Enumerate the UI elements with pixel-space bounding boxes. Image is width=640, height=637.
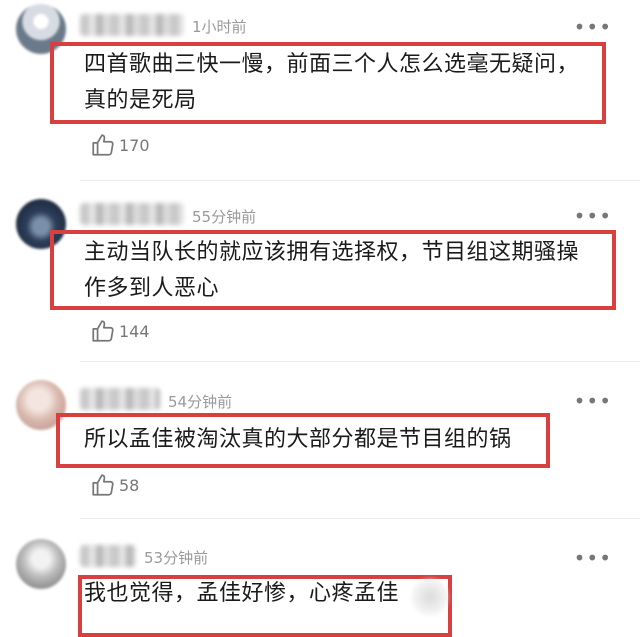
more-dots-icon[interactable]: ••• xyxy=(574,206,612,226)
thumbs-up-icon xyxy=(92,134,114,156)
username-blurred[interactable] xyxy=(80,14,184,36)
like-button[interactable]: 144 xyxy=(90,318,150,344)
comment-item: 54分钟前 ••• 所以孟佳被淘汰真的大部分都是节目组的锅 58 xyxy=(0,362,640,512)
like-button[interactable]: 170 xyxy=(90,132,150,158)
thumbs-up-icon xyxy=(92,320,114,342)
like-button[interactable]: 58 xyxy=(90,472,139,498)
comment-text: 主动当队长的就应该拥有选择权，节目组这期骚操 作多到人恶心 xyxy=(84,235,579,307)
comment-text-line: 我也觉得，孟佳好惨，心疼孟佳 xyxy=(84,581,400,606)
like-count: 170 xyxy=(119,135,150,155)
comment-text-line: 所以孟佳被淘汰真的大部分都是节目组的锅 xyxy=(84,427,512,452)
more-dots-icon[interactable]: ••• xyxy=(574,17,612,37)
comment-time: 55分钟前 xyxy=(192,208,257,226)
comment-text-line: 四首歌曲三快一慢，前面三个人怎么选毫无疑问， xyxy=(84,52,580,77)
username-blurred[interactable] xyxy=(80,388,160,410)
comment-text: 四首歌曲三快一慢，前面三个人怎么选毫无疑问， 真的是死局 xyxy=(84,47,579,119)
comment-text-line: 主动当队长的就应该拥有选择权，节目组这期骚操 xyxy=(84,240,580,265)
comment-item: 1小时前 ••• 四首歌曲三快一慢，前面三个人怎么选毫无疑问， 真的是死局 17… xyxy=(0,0,640,180)
comment-item: 55分钟前 ••• 主动当队长的就应该拥有选择权，节目组这期骚操 作多到人恶心 … xyxy=(0,181,640,361)
avatar[interactable] xyxy=(16,539,66,589)
comment-text: 所以孟佳被淘汰真的大部分都是节目组的锅 xyxy=(84,422,512,458)
more-dots-icon[interactable]: ••• xyxy=(574,548,612,568)
comment-text-line: 真的是死局 xyxy=(84,88,197,113)
like-count: 144 xyxy=(119,321,150,341)
comment-time: 1小时前 xyxy=(192,18,247,36)
watermark-logo xyxy=(410,577,450,617)
username-blurred[interactable] xyxy=(80,203,184,225)
comment-text: 我也觉得，孟佳好惨，心疼孟佳 xyxy=(84,576,399,612)
comment-item: 53分钟前 ••• 我也觉得，孟佳好惨，心疼孟佳 xyxy=(0,519,640,637)
comment-text-line: 作多到人恶心 xyxy=(84,276,220,301)
username-blurred[interactable] xyxy=(80,545,136,567)
thumbs-up-icon xyxy=(92,474,114,496)
comment-time: 54分钟前 xyxy=(168,393,233,411)
like-count: 58 xyxy=(119,475,140,495)
comment-time: 53分钟前 xyxy=(144,549,209,567)
more-dots-icon[interactable]: ••• xyxy=(574,391,612,411)
